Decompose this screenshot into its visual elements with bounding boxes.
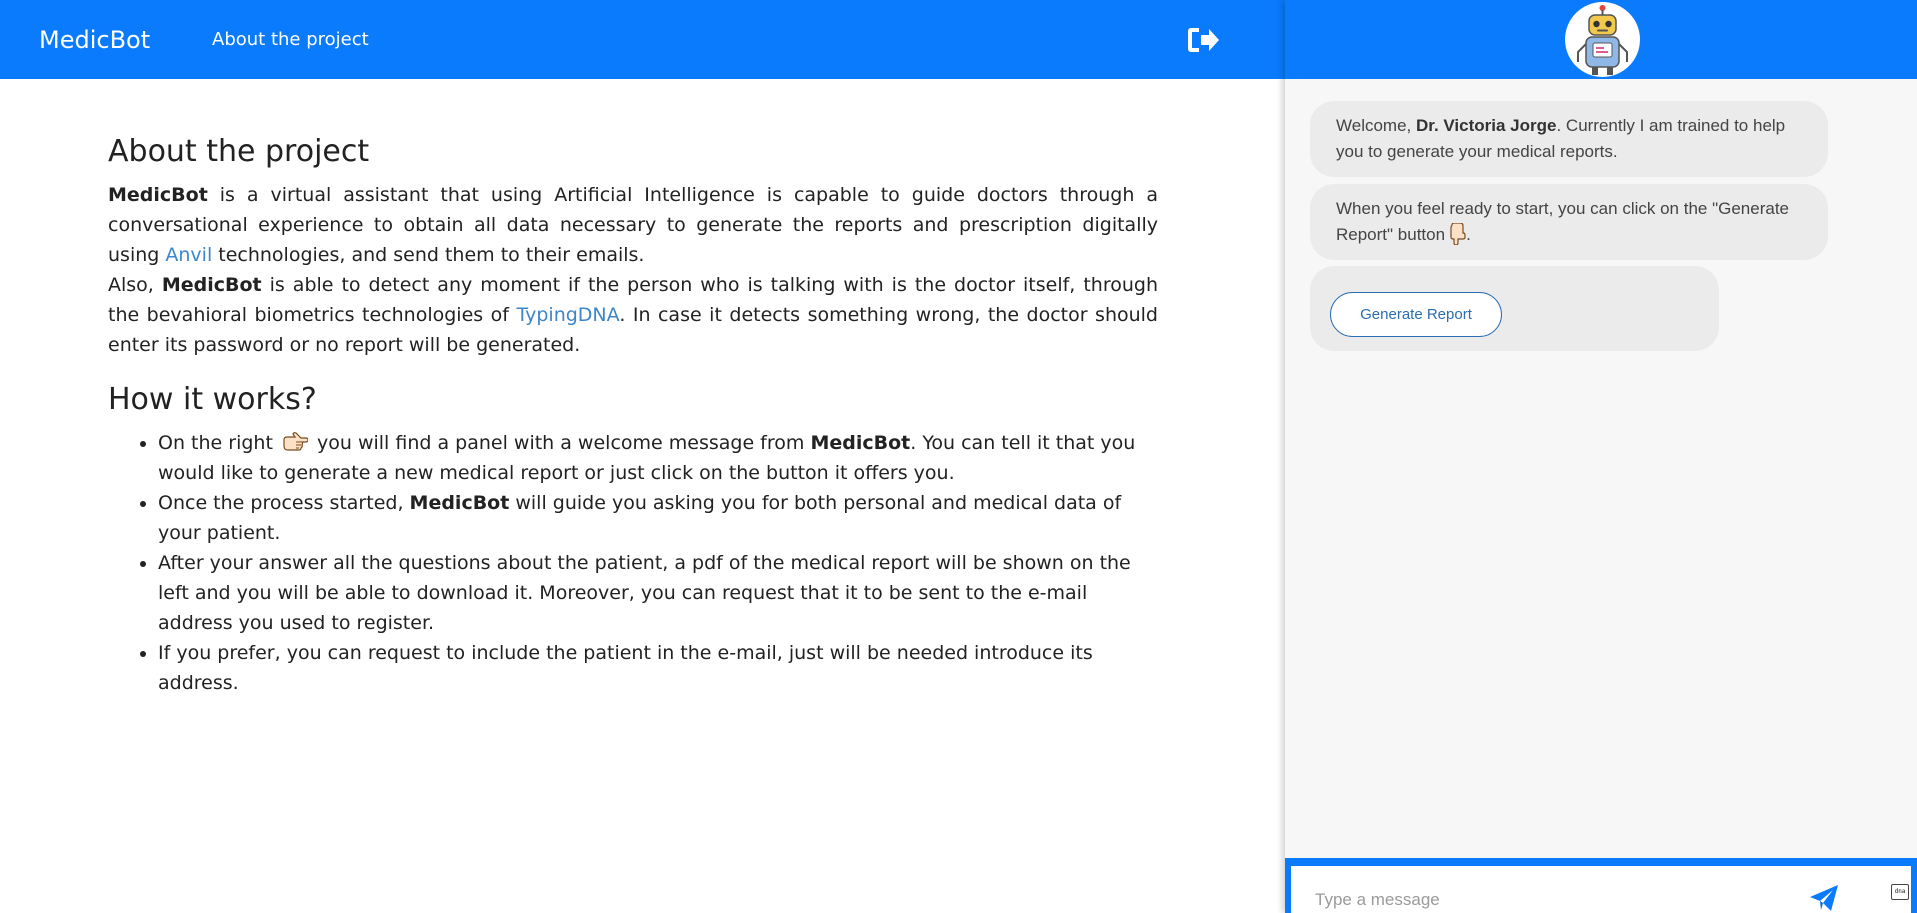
intro-paragraph: MedicBot is a virtual assistant that usi… — [108, 180, 1158, 270]
list-item-text: you will find a panel with a welcome mes… — [310, 432, 811, 454]
anvil-link[interactable]: Anvil — [165, 244, 212, 266]
bot-message-instructions: When you feel ready to start, you can cl… — [1310, 184, 1828, 260]
typingdna-badge[interactable]: dna — [1891, 884, 1909, 900]
pointing-right-icon — [283, 432, 308, 451]
chat-panel: Welcome, Dr. Victoria Jorge. Currently I… — [1285, 0, 1917, 913]
about-content: About the project MedicBot is a virtual … — [108, 132, 1158, 698]
list-item: If you prefer, you can request to includ… — [158, 638, 1158, 698]
list-item-text: On the right — [158, 432, 279, 454]
doctor-name: Dr. Victoria Jorge — [1416, 116, 1557, 135]
main-area: MedicBot About the project About the pro… — [0, 0, 1285, 913]
list-item: After your answer all the questions abou… — [158, 548, 1158, 638]
sign-out-icon[interactable] — [1186, 24, 1220, 56]
message-text: When you feel ready to start, you can cl… — [1336, 199, 1789, 244]
how-it-works-heading: How it works? — [108, 382, 317, 417]
brand-name: MedicBot — [108, 184, 208, 206]
list-item: Once the process started, MedicBot will … — [158, 488, 1158, 548]
robot-icon — [1577, 5, 1628, 75]
about-project-link[interactable]: About the project — [212, 27, 369, 53]
message-text: Welcome, — [1336, 116, 1416, 135]
list-item: On the right you will find a panel with … — [158, 428, 1158, 488]
bot-message-welcome: Welcome, Dr. Victoria Jorge. Currently I… — [1310, 101, 1828, 177]
generate-report-button[interactable]: Generate Report — [1330, 292, 1502, 337]
chat-header — [1285, 0, 1917, 79]
message-composer: dna — [1291, 866, 1911, 913]
how-it-works-list: On the right you will find a panel with … — [108, 428, 1158, 698]
message-text: . — [1466, 225, 1471, 244]
send-icon[interactable] — [1809, 884, 1839, 912]
page-title: About the project — [108, 134, 370, 169]
list-item-text: Once the process started, — [158, 492, 410, 514]
brand-link[interactable]: MedicBot — [39, 22, 150, 58]
composer-bar: dna — [1285, 858, 1917, 913]
pointing-down-icon — [1450, 223, 1466, 245]
brand-name: MedicBot — [810, 432, 911, 454]
intro-text-end: technologies, and send them to their ema… — [212, 244, 645, 266]
detection-text-start: Also, — [108, 274, 162, 296]
brand-name: MedicBot — [409, 492, 510, 514]
message-input[interactable] — [1315, 888, 1795, 912]
bot-avatar — [1565, 2, 1640, 77]
brand-name: MedicBot — [161, 274, 262, 296]
bot-message-action: Generate Report — [1310, 266, 1719, 351]
top-navbar: MedicBot About the project — [0, 0, 1285, 79]
typingdna-link[interactable]: TypingDNA — [516, 304, 619, 326]
detection-paragraph: Also, MedicBot is able to detect any mom… — [108, 270, 1158, 360]
